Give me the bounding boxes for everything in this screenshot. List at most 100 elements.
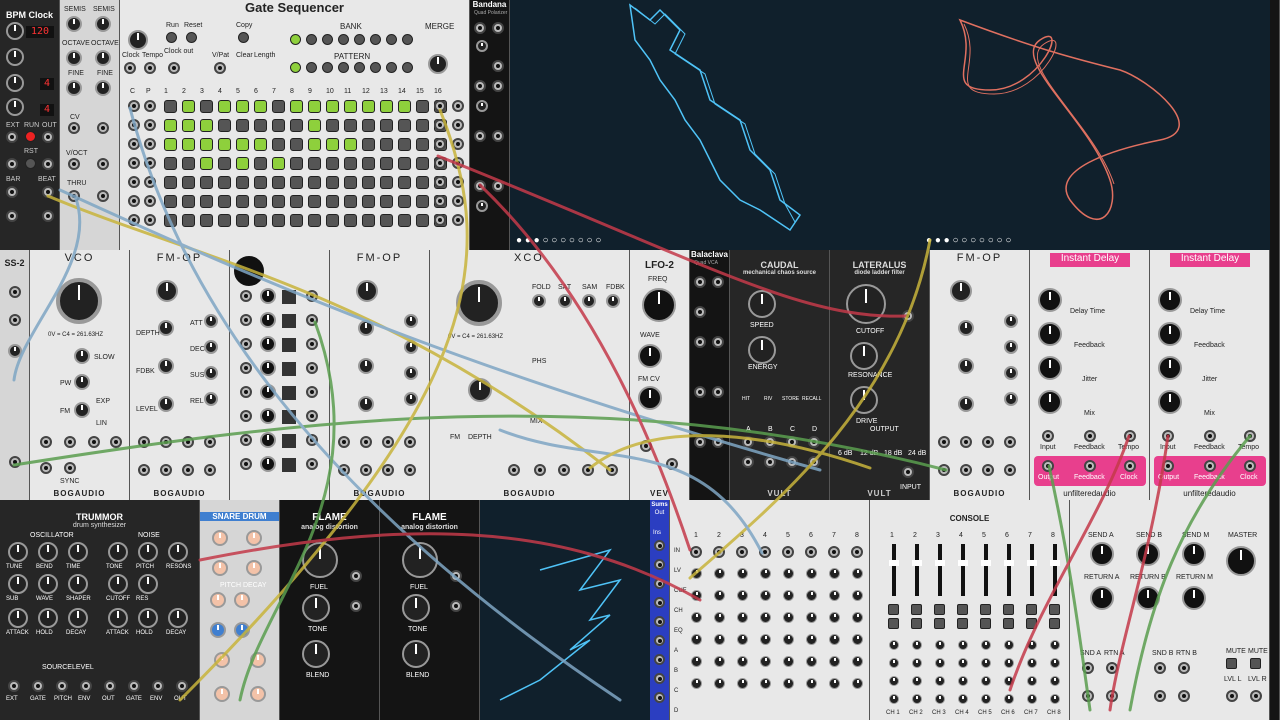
- flame2-fuel-knob[interactable]: [402, 542, 438, 578]
- step-button[interactable]: [254, 214, 267, 227]
- step-button[interactable]: [308, 100, 321, 113]
- step-button[interactable]: [254, 157, 267, 170]
- return-a-knob[interactable]: [1090, 586, 1114, 610]
- step-button[interactable]: [272, 195, 285, 208]
- pattern-button-6[interactable]: [370, 62, 381, 73]
- fmop1-fdbk-jack[interactable]: [160, 436, 172, 448]
- ext-jack[interactable]: [6, 131, 18, 143]
- rst-in-jack[interactable]: [6, 158, 18, 170]
- lfo2-freq-knob[interactable]: [642, 288, 676, 322]
- rtn-a-jack[interactable]: [1106, 662, 1118, 674]
- mixer-knob[interactable]: [806, 656, 817, 667]
- fmop3-voct-jack[interactable]: [938, 464, 950, 476]
- fmop2-gate-jack[interactable]: [382, 464, 394, 476]
- step-row-jack-p[interactable]: [144, 214, 156, 226]
- console-fader[interactable]: [1004, 544, 1014, 596]
- caudal-speed-knob[interactable]: [748, 290, 776, 318]
- step-button[interactable]: [290, 100, 303, 113]
- bank-button-5[interactable]: [354, 34, 365, 45]
- mixer-knob[interactable]: [829, 590, 840, 601]
- lateralus-resonance-knob[interactable]: [850, 342, 878, 370]
- fmop2-depth-jack[interactable]: [338, 436, 350, 448]
- step-row-out-jack[interactable]: [434, 100, 446, 112]
- fmop2-level-jack[interactable]: [382, 436, 394, 448]
- mixer-knob[interactable]: [806, 568, 817, 579]
- beat-jack[interactable]: [42, 186, 54, 198]
- mixer-knob[interactable]: [691, 656, 702, 667]
- fmop3-sus-knob[interactable]: [1004, 366, 1018, 380]
- pattern-button-1[interactable]: [290, 62, 301, 73]
- step-button[interactable]: [200, 176, 213, 189]
- fmop2-rel-knob[interactable]: [404, 392, 418, 406]
- bar-jack[interactable]: [6, 186, 18, 198]
- step-row-jack-c[interactable]: [128, 214, 140, 226]
- fmop3-sus-jack[interactable]: [1004, 436, 1016, 448]
- trummor-knob-11[interactable]: [8, 608, 28, 628]
- console-knob[interactable]: [1004, 640, 1014, 650]
- mixer-knob[interactable]: [737, 568, 748, 579]
- mixer-knob[interactable]: [852, 568, 863, 579]
- mixer-knob[interactable]: [760, 656, 771, 667]
- ss2-in-jack[interactable]: [9, 314, 21, 326]
- step-row-out-jack[interactable]: [434, 195, 446, 207]
- snd-a-jack-2[interactable]: [1082, 690, 1094, 702]
- snare-level-mod-knob[interactable]: [234, 622, 250, 638]
- snd-b-jack[interactable]: [1154, 662, 1166, 674]
- mixer-knob[interactable]: [829, 568, 840, 579]
- step-button[interactable]: [308, 195, 321, 208]
- step-button[interactable]: [164, 157, 177, 170]
- step-button[interactable]: [254, 176, 267, 189]
- mixer-knob[interactable]: [852, 612, 863, 623]
- flame1-blend-knob[interactable]: [302, 640, 330, 668]
- trummor-jack-2[interactable]: [56, 680, 68, 692]
- step-button[interactable]: [182, 157, 195, 170]
- step-row-jack-p[interactable]: [144, 138, 156, 150]
- flame1-out-jack[interactable]: [350, 600, 362, 612]
- fmop3-fdbk-jack[interactable]: [960, 436, 972, 448]
- console-knob[interactable]: [958, 694, 968, 704]
- vco-pw-knob[interactable]: [74, 374, 90, 390]
- snd-b-jack-2[interactable]: [1154, 690, 1166, 702]
- step-button[interactable]: [164, 119, 177, 132]
- rtn-a-jack-2[interactable]: [1106, 690, 1118, 702]
- fmop3-gate-jack[interactable]: [982, 464, 994, 476]
- mixer-in-jack[interactable]: [782, 546, 794, 558]
- pattern-button-8[interactable]: [402, 62, 413, 73]
- xco-fdbk-knob[interactable]: [606, 294, 620, 308]
- step-button[interactable]: [380, 214, 393, 227]
- trummor-knob-4[interactable]: [138, 542, 158, 562]
- console-knob[interactable]: [1027, 676, 1037, 686]
- sums-jack[interactable]: [654, 692, 665, 703]
- delay2-input-jack[interactable]: [1162, 430, 1174, 442]
- console-mute-button[interactable]: [911, 604, 922, 615]
- snare-pdecay-knob[interactable]: [234, 592, 250, 608]
- step-button[interactable]: [362, 214, 375, 227]
- balaclava-out-2[interactable]: [712, 336, 724, 348]
- pattern-button-4[interactable]: [338, 62, 349, 73]
- console-mute-button[interactable]: [888, 604, 899, 615]
- step-row-out-jack-2[interactable]: [452, 119, 464, 131]
- step-button[interactable]: [416, 157, 429, 170]
- mixer-knob[interactable]: [783, 678, 794, 689]
- balaclava-out-3[interactable]: [712, 386, 724, 398]
- fmop3-fdbk-knob[interactable]: [958, 358, 974, 374]
- fmop1-sus-jack[interactable]: [204, 436, 216, 448]
- mixer-in-jack[interactable]: [805, 546, 817, 558]
- mixer-knob[interactable]: [691, 634, 702, 645]
- bank-button-2[interactable]: [306, 34, 317, 45]
- mixer-knob[interactable]: [783, 634, 794, 645]
- xco-sat-knob[interactable]: [558, 294, 572, 308]
- console-knob[interactable]: [1004, 658, 1014, 668]
- fmop2-fdbk-jack[interactable]: [360, 436, 372, 448]
- seq8-in-jack[interactable]: [240, 290, 252, 302]
- seq8-step-knob[interactable]: [260, 288, 276, 304]
- fmop3-att-knob[interactable]: [1004, 314, 1018, 328]
- pattern-button-5[interactable]: [354, 62, 365, 73]
- trummor-knob-12[interactable]: [38, 608, 58, 628]
- fmop1-rel-knob[interactable]: [204, 392, 218, 406]
- bpm-fine-knob[interactable]: [6, 48, 24, 66]
- step-row-out-jack[interactable]: [434, 157, 446, 169]
- seq8-out-jack[interactable]: [306, 410, 318, 422]
- console-knob[interactable]: [981, 658, 991, 668]
- vco-fm-jack[interactable]: [64, 436, 76, 448]
